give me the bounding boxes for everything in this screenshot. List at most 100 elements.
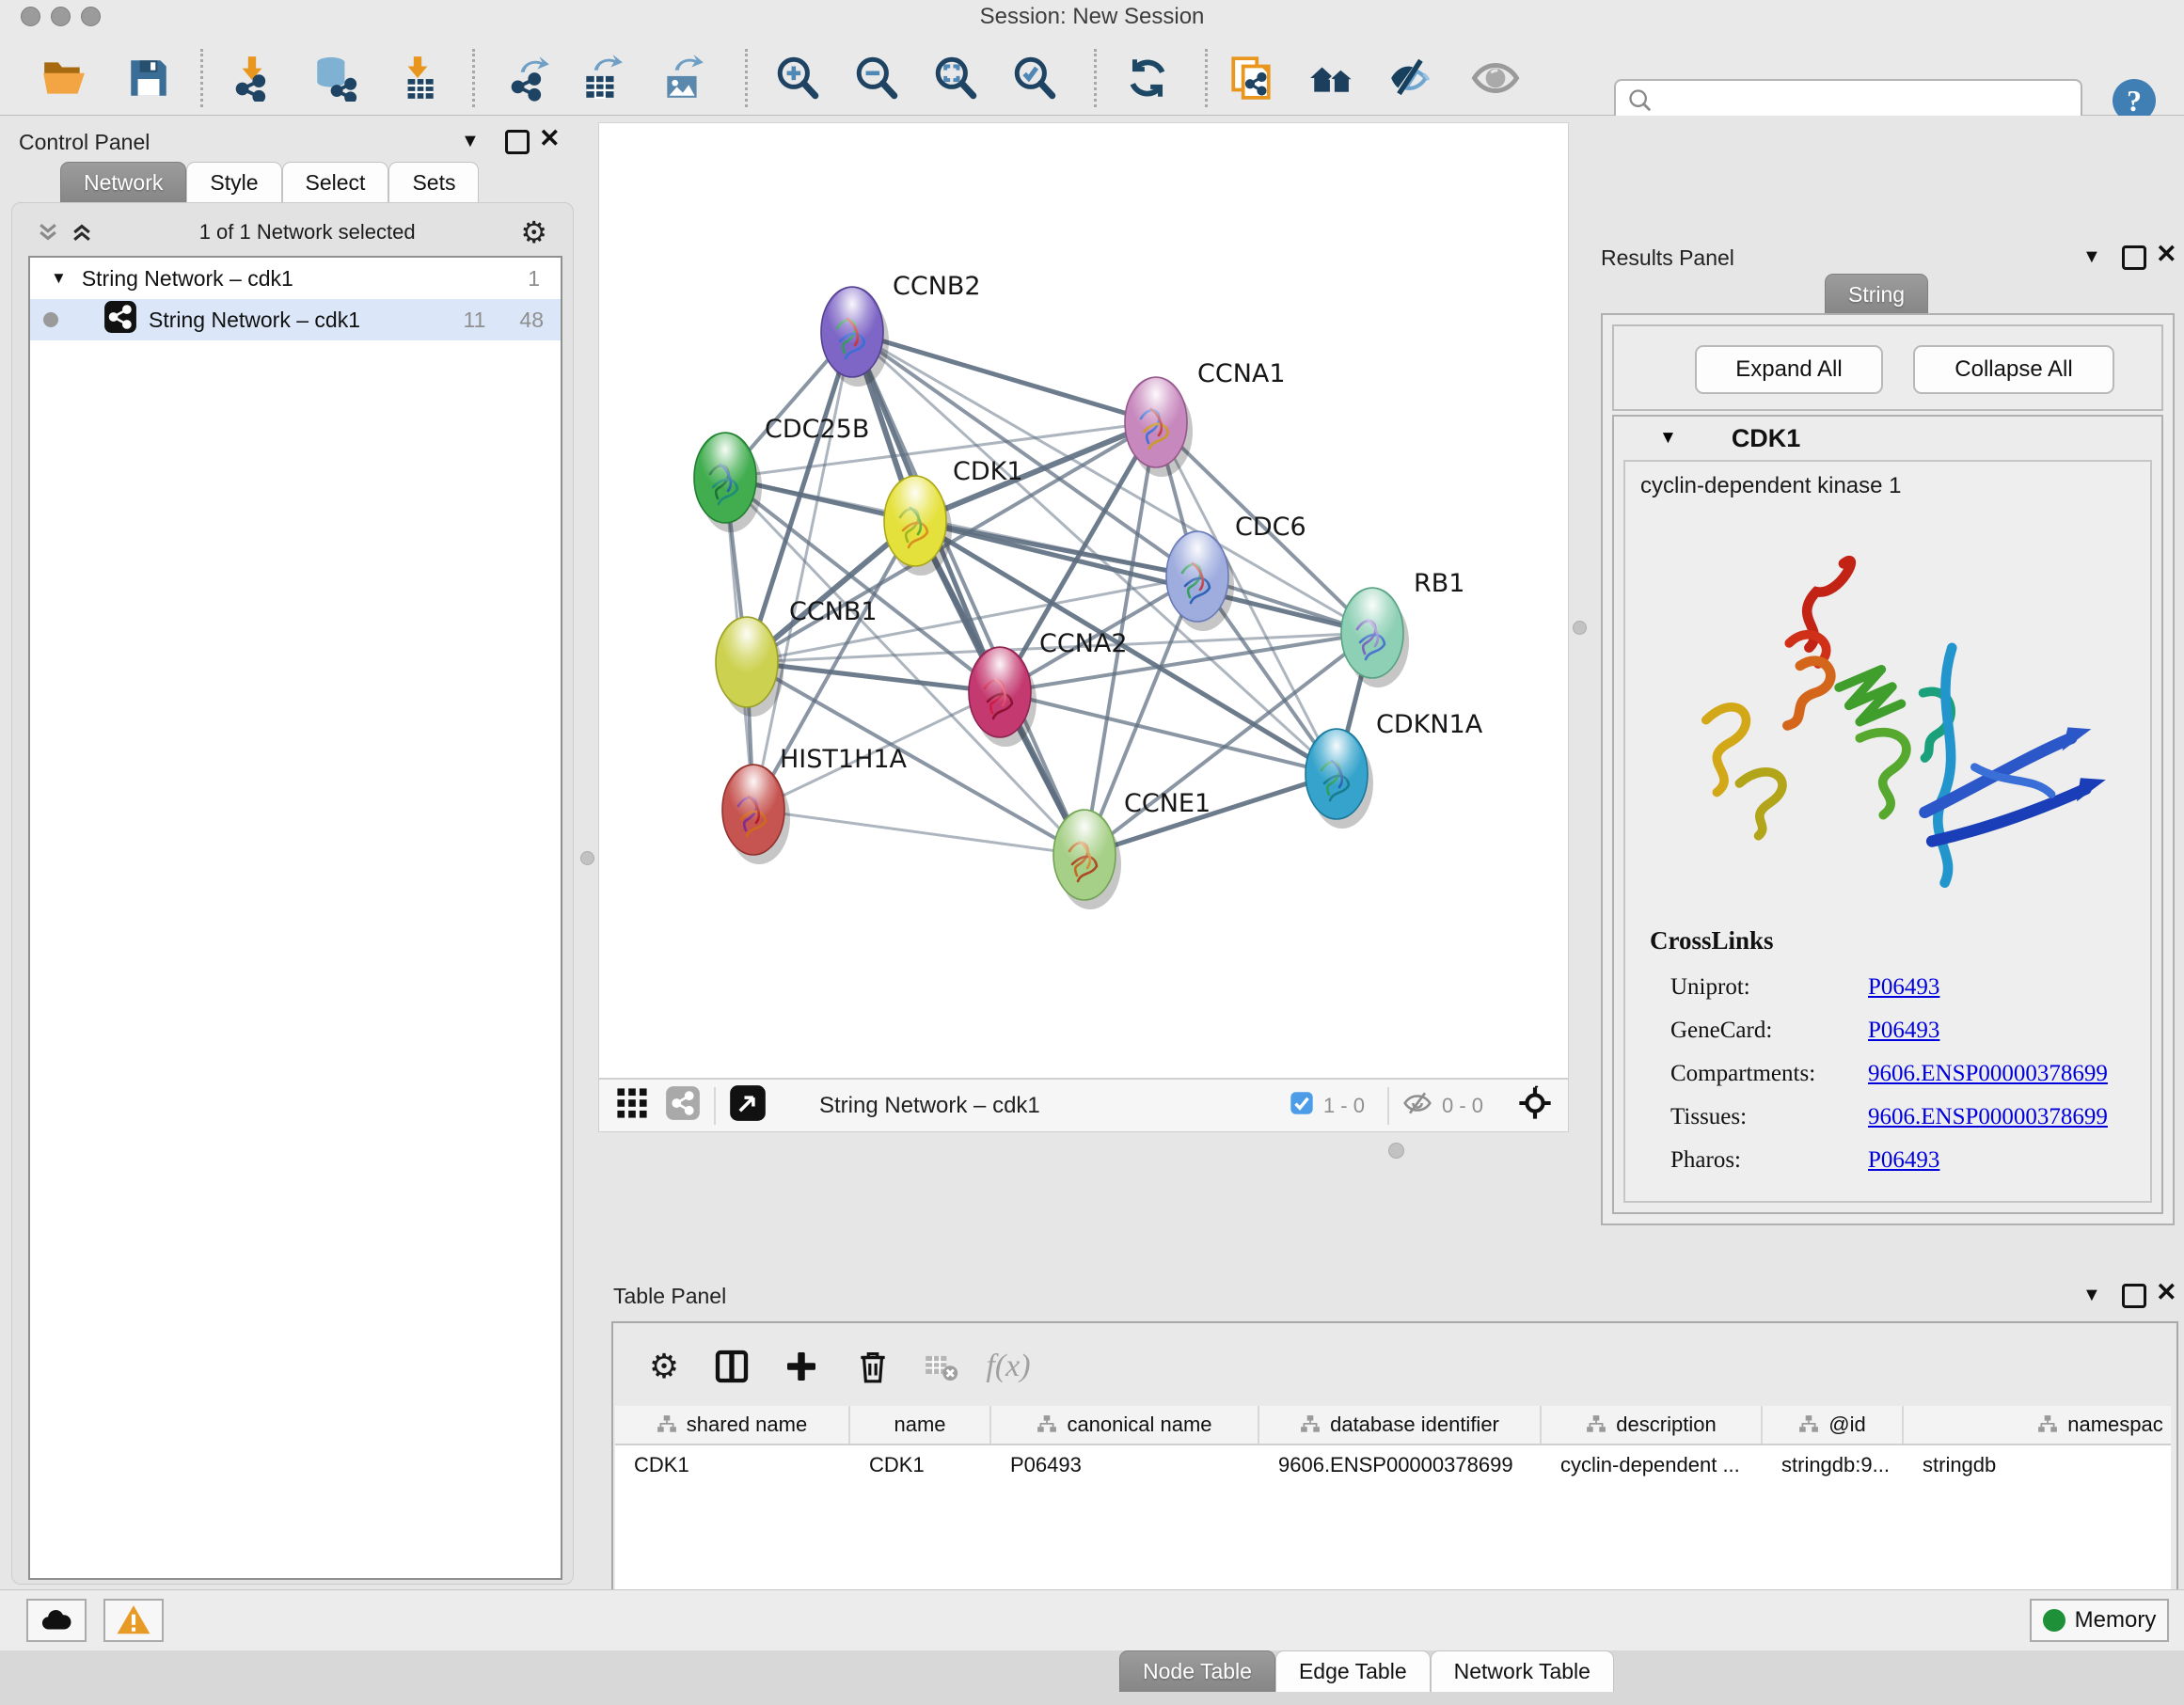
network-node-CCNB1[interactable] [716,617,783,717]
add-column-plus-icon[interactable] [773,1340,830,1393]
table-panel-close-icon[interactable]: ✕ [2156,1283,2177,1302]
birdseye-crosshair-icon[interactable] [1517,1085,1553,1126]
zoom-fit-icon[interactable] [929,52,982,104]
results-panel-menu-icon[interactable]: ▼ [2082,246,2101,268]
table-options-gear-icon[interactable]: ⚙ [636,1340,692,1393]
network-edge-HIST1H1A-CCNE1[interactable] [753,810,1084,855]
zoom-out-icon[interactable] [850,52,903,104]
warning-button[interactable] [103,1599,164,1642]
cloud-button[interactable] [26,1599,87,1642]
export-network-icon[interactable] [502,52,555,104]
refresh-layout-icon[interactable] [1121,52,1174,104]
show-columns-icon[interactable] [704,1340,760,1393]
share-view-icon[interactable] [665,1085,701,1126]
column-header-description[interactable]: description [1542,1406,1763,1444]
network-node-CCNE1[interactable] [1053,810,1121,909]
network-edge-CCNB1-CCNA2[interactable] [747,662,1000,692]
tab-select[interactable]: Select [282,162,389,203]
delete-table-disabled-icon[interactable] [912,1340,969,1393]
table-cell[interactable]: stringdb [1904,1445,2171,1485]
tab-network[interactable]: Network [60,162,186,203]
bottom-splitter-handle[interactable] [1388,1143,1404,1159]
network-node-RB1[interactable] [1341,588,1409,687]
network-options-gear-icon[interactable]: ⚙ [520,218,547,246]
crosslink-value-link[interactable]: P06493 [1868,974,1939,1001]
crosslink-value-link[interactable]: 9606.ENSP00000378699 [1868,1061,2108,1087]
column-header--id[interactable]: @id [1763,1406,1904,1444]
network-node-CCNA2[interactable] [969,647,1037,747]
selected-checkbox-icon[interactable] [1290,1091,1314,1120]
tab-node-table[interactable]: Node Table [1119,1650,1275,1692]
table-cell[interactable]: stringdb:9... [1763,1445,1904,1485]
crosslinks-list: Uniprot:P06493GeneCard:P06493Compartment… [1670,966,2141,1182]
hidden-eye-icon[interactable] [1402,1088,1432,1123]
network-edge-CCNB2-HIST1H1A[interactable] [753,332,852,810]
table-row[interactable]: CDK1CDK1P064939606.ENSP00000378699cyclin… [615,1445,2171,1485]
tab-network-table[interactable]: Network Table [1431,1650,1614,1692]
table-cell[interactable]: CDK1 [615,1445,850,1485]
expand-all-icon[interactable] [70,220,94,245]
node-label-CCNB2: CCNB2 [893,272,981,301]
search-input[interactable] [1654,87,2062,114]
zoom-selected-icon[interactable] [1008,52,1061,104]
column-header-namespac[interactable]: namespac [1904,1406,2171,1444]
table-cell[interactable]: CDK1 [850,1445,991,1485]
left-splitter-handle[interactable] [580,851,594,865]
memory-button[interactable]: Memory [2030,1599,2169,1642]
gene-expander-icon[interactable]: ▼ [1659,428,1677,449]
table-panel-float-icon[interactable] [2122,1284,2146,1308]
column-header-shared-name[interactable]: shared name [615,1406,850,1444]
results-panel-float-icon[interactable] [2122,245,2146,270]
open-session-icon[interactable] [38,52,90,104]
tab-sets[interactable]: Sets [388,162,479,203]
detach-view-icon[interactable] [729,1084,767,1127]
network-node-CDKN1A[interactable] [1306,729,1373,829]
column-header-database-identifier[interactable]: database identifier [1259,1406,1542,1444]
table-header-row: shared namenamecanonical namedatabase id… [615,1406,2171,1445]
collapse-all-button[interactable]: Collapse All [1913,345,2114,394]
network-edge-count: 48 [519,308,544,333]
hide-eye-slash-icon[interactable] [1385,52,1437,104]
import-network-file-icon[interactable] [226,52,278,104]
houses-icon[interactable] [1306,52,1358,104]
copy-style-documents-icon[interactable] [1225,52,1277,104]
import-table-file-icon[interactable] [391,52,444,104]
tab-edge-table[interactable]: Edge Table [1275,1650,1431,1692]
results-panel-close-icon[interactable]: ✕ [2156,245,2177,263]
collapse-all-icon[interactable] [36,220,60,245]
table-panel-menu-icon[interactable]: ▼ [2082,1285,2101,1306]
column-header-canonical-name[interactable]: canonical name [991,1406,1259,1444]
control-panel-float-icon[interactable] [505,130,530,154]
tab-style[interactable]: Style [186,162,281,203]
expand-all-button[interactable]: Expand All [1695,345,1883,394]
import-network-database-icon[interactable] [309,52,361,104]
table-cell[interactable]: P06493 [991,1445,1259,1485]
control-panel-close-icon[interactable]: ✕ [539,129,561,148]
tab-string[interactable]: String [1825,274,1928,315]
network-edge-CCNB2-CCNE1[interactable] [852,332,1084,855]
table-cell[interactable]: cyclin-dependent ... [1542,1445,1763,1485]
column-header-name[interactable]: name [850,1406,991,1444]
network-node-CCNB2[interactable] [821,287,889,387]
crosslink-value-link[interactable]: P06493 [1868,1018,1939,1044]
network-edge-CCNB2-CCNA1[interactable] [852,332,1156,422]
network-row[interactable]: String Network – cdk1 11 48 [30,299,561,340]
grid-view-icon[interactable] [616,1087,648,1124]
network-collection-row[interactable]: ▼ String Network – cdk1 1 [30,258,561,299]
function-builder-icon[interactable]: f(x) [980,1340,1037,1393]
network-node-HIST1H1A[interactable] [722,765,790,864]
zoom-in-icon[interactable] [771,52,824,104]
export-image-icon[interactable] [657,52,709,104]
control-panel-menu-icon[interactable]: ▼ [461,131,480,152]
crosslink-value-link[interactable]: P06493 [1868,1147,1939,1174]
gene-section-header[interactable]: ▼ CDK1 [1614,417,2161,460]
network-canvas[interactable]: CCNB2CCNA1CDC25BCDK1CDC6RB1CCNB1CCNA2CDK… [598,122,1569,1079]
save-session-icon[interactable] [122,52,175,104]
right-splitter-handle[interactable] [1573,621,1587,635]
table-cell[interactable]: 9606.ENSP00000378699 [1259,1445,1542,1485]
export-table-icon[interactable] [576,52,628,104]
collection-expander-icon[interactable]: ▼ [51,269,67,288]
crosslink-value-link[interactable]: 9606.ENSP00000378699 [1868,1104,2108,1130]
delete-trash-icon[interactable] [845,1340,901,1393]
show-eye-disabled-icon[interactable] [1469,52,1522,104]
